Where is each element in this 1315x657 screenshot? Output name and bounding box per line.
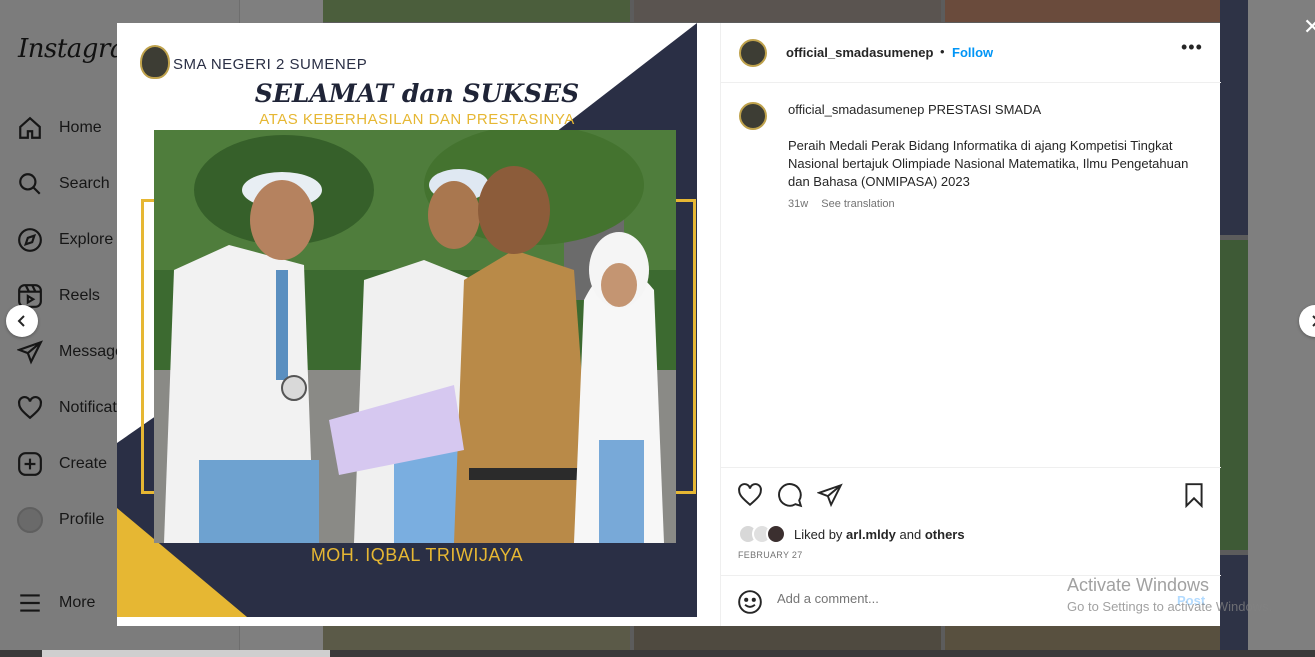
caption-username[interactable]: official_smadasumenep <box>788 102 924 117</box>
author-avatar[interactable] <box>739 39 767 67</box>
caption-meta: 31w See translation <box>788 198 905 210</box>
close-icon[interactable]: ✕ <box>1303 14 1315 40</box>
sidebar-item-reels[interactable]: Reels <box>17 283 100 309</box>
sidebar-item-label: More <box>59 594 96 611</box>
plus-square-icon <box>18 452 42 476</box>
follow-button[interactable]: Follow <box>952 45 993 60</box>
post-header: official_smadasumenep • Follow ••• <box>721 23 1221 83</box>
others-link[interactable]: others <box>925 527 965 542</box>
next-post-button[interactable] <box>1299 305 1315 337</box>
hamburger-icon <box>20 594 40 612</box>
caption-avatar[interactable] <box>739 102 767 130</box>
previous-post-button[interactable] <box>6 305 38 337</box>
liked-by-text: Liked by arl.mldy and others <box>794 527 965 542</box>
student-name: MOH. IQBAL TRIWIJAYA <box>310 545 524 565</box>
sidebar-item-label: Reels <box>59 287 100 304</box>
caption-title: PRESTASI SMADA <box>927 102 1042 117</box>
sidebar-item-explore[interactable]: Explore <box>17 227 113 253</box>
sidebar-item-label: Create <box>59 455 108 472</box>
watermark-title: Activate Windows <box>1067 575 1210 595</box>
post-date[interactable]: FEBRUARY 27 <box>738 550 803 560</box>
taskbar-window <box>42 650 330 657</box>
sidebar-item-label: Home <box>59 119 102 136</box>
grid-tile[interactable] <box>323 626 630 650</box>
search-icon <box>19 173 41 195</box>
sidebar-item-more[interactable]: More <box>17 590 95 616</box>
see-translation-link[interactable]: See translation <box>821 198 894 210</box>
grid-tile[interactable] <box>323 0 630 22</box>
award-photo <box>154 130 676 543</box>
chevron-left-icon <box>17 315 25 327</box>
post-actions: Liked by arl.mldy and others FEBRUARY 27 <box>721 467 1221 575</box>
poster-subline: ATAS KEBERHASILAN DAN PRESTASINYA <box>259 111 575 128</box>
caption-header: official_smadasumenep PRESTASI SMADA <box>788 102 1041 117</box>
school-logo <box>140 45 170 79</box>
sidebar-item-home[interactable]: Home <box>17 115 102 141</box>
post-details-panel: official_smadasumenep • Follow ••• offic… <box>720 23 1221 626</box>
sidebar-item-label: Message <box>59 343 124 360</box>
activate-windows-watermark: Activate Windows Go to Settings to activ… <box>1067 575 1272 614</box>
author-username[interactable]: official_smadasumenep <box>786 45 933 60</box>
post-age[interactable]: 31w <box>788 198 808 210</box>
like-heart-icon[interactable] <box>737 482 763 508</box>
sidebar-item-label: Explore <box>59 231 114 248</box>
grid-tile[interactable] <box>945 0 1248 22</box>
liked-prefix: Liked by <box>794 526 843 542</box>
grid-tile[interactable] <box>1220 0 1248 235</box>
messages-icon <box>17 340 43 365</box>
comment-icon[interactable] <box>777 482 803 508</box>
post-image[interactable]: SMA NEGERI 2 SUMENEP SELAMAT dan SUKSES … <box>117 23 720 626</box>
explore-icon <box>18 228 42 252</box>
liker-avatar <box>766 524 786 544</box>
sidebar-item-label: Profile <box>59 511 105 528</box>
separator-dot: • <box>940 44 945 59</box>
sidebar-item-messages[interactable]: Message <box>17 339 124 365</box>
profile-avatar <box>17 507 43 533</box>
sidebar-item-profile[interactable]: Profile <box>17 507 104 533</box>
sidebar-item-label: Notificat <box>59 399 117 416</box>
grid-tile[interactable] <box>634 0 941 22</box>
heart-icon <box>18 395 42 420</box>
sidebar-item-label: Search <box>59 175 110 192</box>
more-options-button[interactable]: ••• <box>1181 37 1203 58</box>
grid-tile[interactable] <box>634 626 941 650</box>
share-icon[interactable] <box>817 482 843 508</box>
home-icon <box>19 116 41 139</box>
watermark-subtitle: Go to Settings to activate Windows. <box>1067 599 1273 614</box>
sidebar-item-create[interactable]: Create <box>17 451 107 477</box>
emoji-icon[interactable] <box>737 589 763 615</box>
bookmark-icon[interactable] <box>1181 482 1207 508</box>
grid-tile[interactable] <box>1220 240 1248 550</box>
school-name: SMA NEGERI 2 SUMENEP <box>173 56 368 73</box>
poster-headline: SELAMAT dan SUKSES <box>254 79 580 108</box>
liker-username[interactable]: arl.mldy <box>846 527 896 542</box>
chevron-right-icon <box>1312 315 1315 327</box>
caption-text: Peraih Medali Perak Bidang Informatika d… <box>788 138 1189 189</box>
sidebar-item-notifications[interactable]: Notificat <box>17 395 117 421</box>
sidebar-item-search[interactable]: Search <box>17 171 110 197</box>
liked-and: and <box>899 526 922 542</box>
liked-by-row: Liked by arl.mldy and others <box>738 524 965 544</box>
award-photo-illustration <box>154 130 676 543</box>
grid-tile[interactable] <box>945 626 1220 650</box>
